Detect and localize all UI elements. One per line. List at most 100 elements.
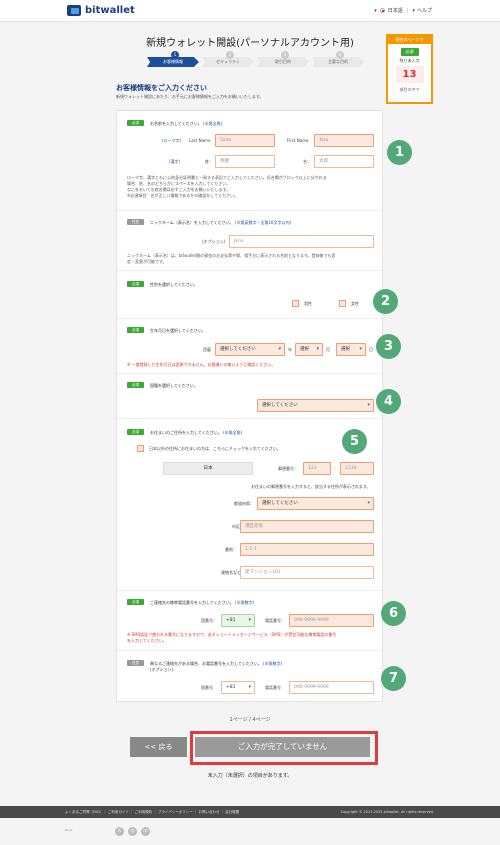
step-2: セキュリティ 2 <box>202 51 254 67</box>
building-input[interactable]: 建マンション101 <box>240 566 374 579</box>
header-right: ▾ 日本語 | ▾ ヘルプ <box>374 7 432 15</box>
city-input[interactable]: 港区赤坂 <box>240 520 374 533</box>
mobile-note: ※ SMS認証で使われる番号になりますので、必ずショートメッセージサービス（SM… <box>127 632 337 643</box>
required-tag: 必須 <box>127 382 144 388</box>
footer-links[interactable]: よくあるご質問（FAQ）｜ ご利用ガイド ｜ ご利用規約 ｜ プライバシーポリシ… <box>65 806 239 818</box>
other-country-select[interactable]: +81 <box>221 681 255 694</box>
other-country-label: 国番号 <box>201 685 213 690</box>
counter-remaining-label: 残り未入力 <box>399 58 420 63</box>
other-phone-label: 電話番号 <box>265 685 281 690</box>
name-block: 必須 お名前を入力してください。 (半角全角) (ローマ字) Last Name… <box>117 111 382 211</box>
marker-3: 3 <box>376 334 401 359</box>
mobile-country-label: 国番号： <box>201 618 217 623</box>
marker-6: 6 <box>381 601 406 626</box>
kanji-label: (漢字) <box>169 159 181 164</box>
page-indicator: 1ページ / 4ページ <box>229 717 271 723</box>
help-caret-icon[interactable]: ▾ <box>412 8 415 14</box>
first-name-label: First Name <box>287 138 309 143</box>
address-question: お住まいのご住所を入力してください。 (半角全角) <box>150 430 243 435</box>
birthdate-question: 生年月日を選択してください。 <box>150 328 206 333</box>
back-button[interactable]: << 戻る <box>130 737 187 757</box>
male-checkbox[interactable] <box>292 300 299 307</box>
counter-title: 現在のページで <box>388 36 431 44</box>
day-unit: 日 <box>369 347 373 352</box>
required-tag: 必須 <box>127 120 144 126</box>
optional-tag: 任意 <box>127 219 144 225</box>
required-tag: 必須 <box>127 599 144 605</box>
incomplete-warning: 未入力（未選択）の項目があります。 <box>207 773 293 779</box>
romaji-label: (ローマ字) <box>162 138 182 143</box>
other-phone-input[interactable]: 090-9999-9999 <box>289 681 374 694</box>
section-subtitle: 新規ウォレット開設にあたり、お手元にお客様情報をご入力をお願いいたします。 <box>116 94 264 99</box>
language-select[interactable]: 日本語 <box>388 7 403 14</box>
form-card: 必須 お名前を入力してください。 (半角全角) (ローマ字) Last Name… <box>116 110 383 702</box>
year-unit: 年 <box>288 347 292 352</box>
month-unit: 月 <box>326 347 330 352</box>
step-2-label: セキュリティ <box>216 59 240 64</box>
mobile-question: ご連絡先の携帯電話番号を入力してください。 (半角数字) <box>150 600 255 605</box>
step-2-number: 2 <box>226 51 234 59</box>
mobile-phone-block: 必須 ご連絡先の携帯電話番号を入力してください。 (半角数字) 国番号： +81… <box>117 591 382 651</box>
nationality-select[interactable]: 選択してください <box>257 399 374 412</box>
instagram-icon[interactable]: ◎ <box>128 827 137 836</box>
name-question: お名前を入力してください。 (半角全角) <box>150 121 223 126</box>
gender-block: 必須 性別を選択してください。 男性 女性 <box>117 271 382 319</box>
postal-code-1-input[interactable]: 123 <box>303 462 331 475</box>
postal-code-2-input[interactable]: 1234 <box>340 462 374 475</box>
mobile-country-select[interactable]: +81 <box>221 614 255 627</box>
marker-1: 1 <box>387 140 412 165</box>
other-phone-option-label: (オプション) <box>150 667 174 672</box>
overseas-checkbox[interactable] <box>137 445 144 452</box>
counter-count: 13 <box>395 66 424 83</box>
bitwallet-logo[interactable]: bitwallet <box>67 5 135 16</box>
header-separator: | <box>406 7 409 14</box>
birth-year-select[interactable]: 選択してください <box>215 343 285 356</box>
marker-5: 5 <box>342 429 367 454</box>
birth-month-select[interactable]: 選択 <box>295 343 323 356</box>
gender-question: 性別を選択してください。 <box>150 282 198 287</box>
x-icon[interactable]: X <box>115 827 124 836</box>
birthdate-block: 必須 生年月日を選択してください。 西暦 選択してください 年 選択 月 選択 … <box>117 319 382 374</box>
mei-label: 名： <box>303 159 311 164</box>
nationality-question: 国籍を選択してください。 <box>150 383 198 388</box>
overseas-label: 日本以外の住所にお住まいの方は、こちらにチェックを入れてください。 <box>149 446 281 451</box>
brand-name: bitwallet <box>85 5 135 16</box>
street-input[interactable]: 1-1-1 <box>240 543 374 556</box>
mei-input[interactable]: 太郎 <box>314 155 374 168</box>
site-footer: よくあるご質問（FAQ）｜ ご利用ガイド ｜ ご利用規約 ｜ プライバシーポリシ… <box>0 806 500 818</box>
step-3: 取引目的 3 <box>257 51 309 67</box>
site-header: bitwallet ▾ 日本語 | ▾ ヘルプ <box>0 0 500 22</box>
progress-steps: お客様情報 1 セキュリティ 2 取引目的 3 主要な目的 4 <box>147 51 367 67</box>
optional-tag: 任意 <box>127 660 144 666</box>
nickname-notes: ニックネーム（表示名）は、bitwallet間の資金のお支払等や際、相手方に表示… <box>127 253 336 264</box>
male-label: 男性 <box>304 301 312 306</box>
counter-status-badge: 必須 <box>400 48 419 56</box>
step-4-number: 4 <box>336 51 344 59</box>
mobile-phone-input[interactable]: 090-9999-9999 <box>289 614 374 627</box>
female-checkbox[interactable] <box>339 300 346 307</box>
birth-day-select[interactable]: 選択 <box>336 343 366 356</box>
nickname-block: 任意 ニックネーム（表示名）を入力してください。 (半角英数字・全角16文字以内… <box>117 211 382 271</box>
help-link[interactable]: ヘルプ <box>417 7 432 14</box>
female-label: 女性 <box>351 301 359 306</box>
sei-input[interactable]: 斎藤 <box>215 155 275 168</box>
bank-logo: Bank <box>65 827 73 832</box>
footer-copyright: Copyright © 2013-2025 bitwallet. All rig… <box>340 810 434 814</box>
highlight-frame <box>190 731 378 765</box>
section-title: お客様情報をご入力ください <box>116 84 207 92</box>
mobile-phone-label: 電話番号： <box>265 618 285 623</box>
address-country: 日本 <box>163 462 253 475</box>
marker-7: 7 <box>381 666 406 691</box>
last-name-input[interactable]: Saito <box>215 134 275 147</box>
era-label: 西暦 <box>203 347 211 352</box>
prefecture-select[interactable]: 選択してください <box>257 497 374 510</box>
linkedin-icon[interactable]: in <box>141 827 150 836</box>
step-3-label: 取引目的 <box>275 59 291 64</box>
required-tag: 必須 <box>127 429 144 435</box>
postal-note: お住まいの郵便番号を入力すると、該当する住所が表示されます。 <box>251 484 371 489</box>
nickname-input[interactable]: Jkno <box>229 235 374 248</box>
bottom-bar: Bank X ◎ in <box>65 827 150 836</box>
first-name-input[interactable]: Taro <box>314 134 374 147</box>
language-caret-icon[interactable]: ▾ <box>374 8 377 14</box>
step-4: 主要な目的 4 <box>312 51 364 67</box>
